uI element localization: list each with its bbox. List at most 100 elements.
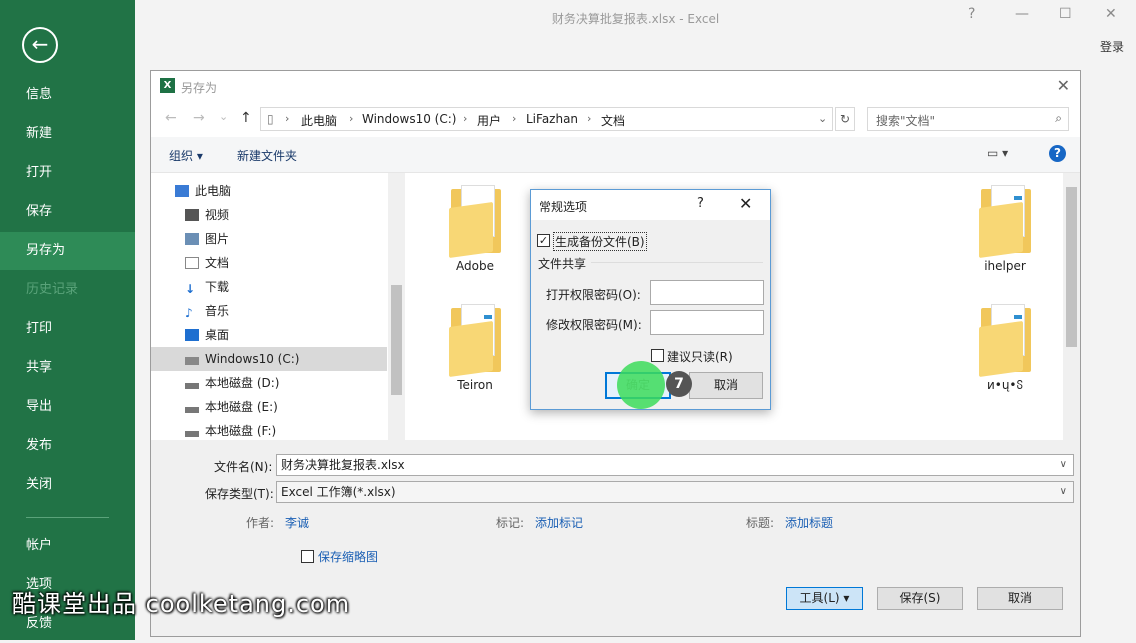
tree-item-pictures[interactable]: 图片	[185, 227, 398, 251]
nav-save-as[interactable]: 另存为	[0, 232, 135, 270]
tree-item-documents[interactable]: 文档	[185, 251, 398, 275]
savetype-select[interactable]: Excel 工作簿(*.xlsx) ∨	[276, 481, 1074, 503]
tree-item-drive-e[interactable]: 本地磁盘 (E:)	[185, 395, 398, 419]
tree-scrollbar[interactable]	[388, 173, 405, 440]
nav-save[interactable]: 保存	[0, 193, 135, 231]
author-label: 作者:	[246, 516, 275, 530]
tree-item-music[interactable]: ♪ 音乐	[185, 299, 398, 323]
document-icon	[185, 257, 199, 269]
login-link[interactable]: 登录	[1100, 38, 1124, 55]
chevron-down-icon[interactable]: ∨	[1060, 482, 1067, 502]
address-bar[interactable]: ▯ › 此电脑 › Windows10 (C:) › 用户 › LiFazhan…	[260, 107, 833, 131]
window-title: 财务决算批复报表.xlsx - Excel	[551, 12, 720, 26]
tree-item-drive-c[interactable]: Windows10 (C:)	[151, 347, 387, 371]
search-box[interactable]: 搜索"文档" ⌕	[867, 107, 1069, 131]
add-title-link[interactable]: 添加标题	[785, 514, 833, 531]
nav-share[interactable]: 共享	[0, 349, 135, 387]
breadcrumb-users[interactable]: 用户	[477, 112, 501, 129]
back-arrow-icon[interactable]: ←	[22, 27, 58, 63]
tree-item-videos[interactable]: 视频	[185, 203, 398, 227]
nav-print[interactable]: 打印	[0, 310, 135, 348]
windows-drive-icon	[185, 357, 199, 365]
close-icon[interactable]: ✕	[739, 194, 752, 213]
picture-icon	[185, 233, 199, 245]
open-password-input[interactable]	[650, 280, 764, 305]
nav-export[interactable]: 导出	[0, 388, 135, 426]
help-icon[interactable]: ?	[697, 196, 704, 211]
modify-password-label: 修改权限密码(M):	[546, 318, 642, 332]
disk-drive-icon	[185, 383, 199, 389]
readonly-label: 建议只读(R)	[667, 350, 733, 364]
filename-input[interactable]: 财务决算批复报表.xlsx ∨	[276, 454, 1074, 476]
folder-item[interactable]: и•ų•ჽ	[963, 292, 1047, 393]
files-scrollbar[interactable]	[1063, 173, 1080, 440]
tree-scroll-thumb[interactable]	[391, 285, 402, 395]
options-title: 常规选项	[539, 200, 588, 214]
tree-item-drive-f[interactable]: 本地磁盘 (F:)	[185, 419, 398, 440]
search-icon[interactable]: ⌕	[1055, 111, 1062, 126]
nav-publish[interactable]: 发布	[0, 427, 135, 465]
backstage-panel: ← 信息 新建 打开 保存 另存为 历史记录 打印 共享 导出 发布 关闭 帐户…	[0, 0, 135, 640]
folder-item[interactable]: Adobe	[433, 173, 517, 273]
files-scroll-thumb[interactable]	[1066, 187, 1077, 347]
options-cancel-button[interactable]: 取消	[689, 372, 763, 399]
nav-close[interactable]: 关闭	[0, 466, 135, 504]
author-value[interactable]: 李诚	[285, 514, 309, 531]
chevron-down-icon: ▾	[843, 591, 850, 605]
open-password-label: 打开权限密码(O):	[546, 288, 641, 302]
nav-history: 历史记录	[26, 282, 79, 297]
modify-password-input[interactable]	[650, 310, 764, 335]
nav-info[interactable]: 信息	[0, 76, 135, 114]
organize-button[interactable]: 组织 ▾	[169, 147, 203, 164]
readonly-checkbox[interactable]	[651, 349, 664, 362]
backup-label: 生成备份文件(B)	[553, 232, 647, 251]
disk-drive-icon	[185, 407, 199, 413]
disk-drive-icon	[185, 431, 199, 437]
excel-icon: X	[160, 78, 175, 93]
address-dropdown-icon[interactable]: ⌄	[818, 112, 827, 125]
file-sharing-heading: 文件共享	[538, 257, 587, 271]
dialog-close-icon[interactable]: ✕	[1057, 76, 1070, 95]
chevron-down-icon[interactable]: ∨	[1060, 455, 1067, 475]
forward-icon[interactable]: →	[193, 110, 205, 126]
breadcrumb-docs[interactable]: 文档	[601, 112, 625, 129]
maximize-icon[interactable]: ☐	[1059, 6, 1072, 22]
tree-item-desktop[interactable]: 桌面	[185, 323, 398, 347]
tools-button[interactable]: 工具(L) ▾	[786, 587, 863, 610]
options-titlebar: 常规选项 ? ✕	[531, 190, 770, 220]
nav-open[interactable]: 打开	[0, 154, 135, 192]
tags-label: 标记:	[496, 516, 525, 530]
tree-item-pc[interactable]: 此电脑	[175, 179, 388, 203]
help-icon[interactable]: ?	[968, 6, 975, 22]
breadcrumb-user[interactable]: LiFazhan	[526, 112, 578, 126]
folder-icon	[447, 302, 503, 378]
tree-item-downloads[interactable]: ↓ 下载	[185, 275, 398, 299]
thumbnail-label: 保存缩略图	[318, 550, 379, 564]
add-tags-link[interactable]: 添加标记	[535, 514, 583, 531]
folder-icon	[447, 183, 503, 259]
download-arrow-icon: ↓	[185, 282, 196, 296]
tree-item-drive-d[interactable]: 本地磁盘 (D:)	[185, 371, 398, 395]
help-icon[interactable]: ?	[1049, 145, 1066, 162]
refresh-icon[interactable]: ↻	[835, 107, 855, 131]
breadcrumb-drive[interactable]: Windows10 (C:)	[362, 112, 456, 126]
thumbnail-checkbox[interactable]	[301, 550, 314, 563]
nav-new[interactable]: 新建	[0, 115, 135, 153]
breadcrumb-pc[interactable]: 此电脑	[301, 112, 337, 129]
minimize-icon[interactable]: —	[1015, 6, 1029, 22]
dialog-title: 另存为	[181, 81, 218, 95]
backup-checkbox[interactable]: ✓	[537, 234, 550, 247]
up-icon[interactable]: ↑	[240, 110, 252, 126]
nav-account[interactable]: 帐户	[0, 527, 135, 565]
dialog-toolbar: 组织 ▾ 新建文件夹 ▭ ▾ ?	[151, 137, 1080, 173]
back-icon[interactable]: ←	[165, 110, 177, 126]
new-folder-button[interactable]: 新建文件夹	[237, 147, 297, 164]
search-placeholder: 搜索"文档"	[876, 114, 936, 128]
recent-chevron-icon[interactable]: ⌄	[219, 110, 228, 123]
cancel-button[interactable]: 取消	[977, 587, 1063, 610]
close-window-icon[interactable]: ✕	[1105, 6, 1117, 22]
save-button[interactable]: 保存(S)	[877, 587, 963, 610]
folder-item[interactable]: ihelper	[963, 173, 1047, 273]
view-options-icon[interactable]: ▭ ▾	[987, 146, 1008, 160]
folder-item[interactable]: Teiron	[433, 292, 517, 392]
